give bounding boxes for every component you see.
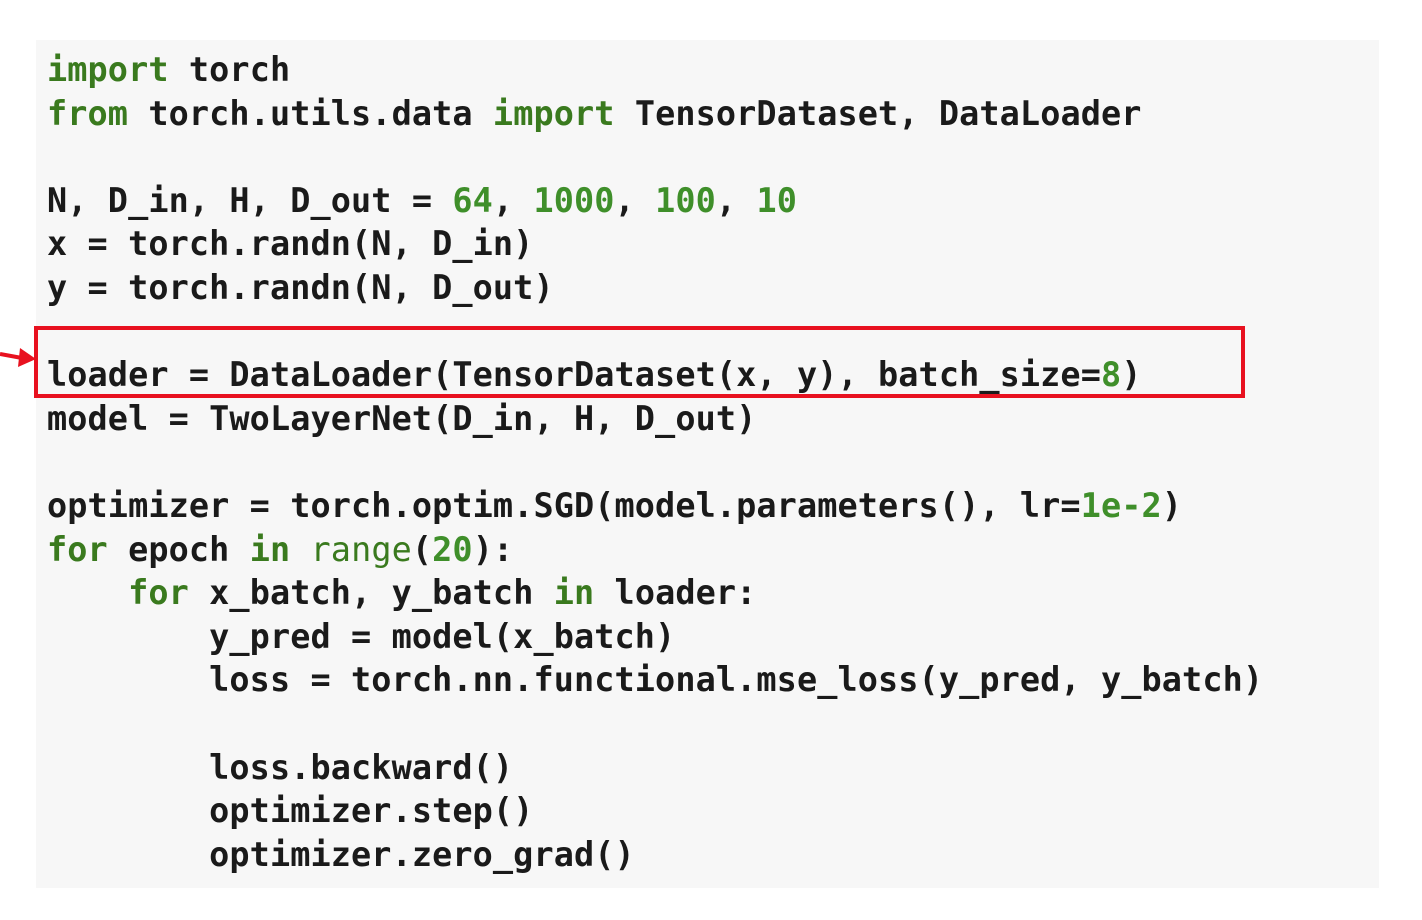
code-line: for x_batch, y_batch in loader: bbox=[47, 573, 756, 613]
code-token: torch.utils.data bbox=[128, 93, 493, 133]
code-token: loader: bbox=[594, 573, 757, 613]
code-line: loss.backward() bbox=[47, 748, 513, 788]
keyword-token: import bbox=[47, 50, 169, 89]
code-line: import torch bbox=[47, 50, 290, 90]
number-token: 64 bbox=[452, 180, 493, 220]
number-token: 10 bbox=[756, 180, 797, 220]
number-token: 20 bbox=[432, 529, 473, 569]
keyword-token: import bbox=[492, 93, 615, 133]
code-token: , bbox=[492, 180, 534, 220]
code-token: ( bbox=[411, 529, 433, 569]
code-line: y_pred = model(x_batch) bbox=[47, 617, 675, 657]
keyword-token: for bbox=[128, 573, 189, 613]
builtin-token: range bbox=[310, 529, 412, 569]
keyword-token: from bbox=[47, 93, 129, 133]
code-token: torch bbox=[168, 50, 291, 89]
code-token: y_pred = model(x_batch) bbox=[47, 616, 676, 656]
code-line: optimizer.step() bbox=[47, 791, 533, 831]
code-token: , bbox=[614, 180, 656, 220]
code-token: ) bbox=[1161, 486, 1183, 525]
code-line: optimizer.zero_grad() bbox=[47, 835, 635, 875]
code-line: optimizer = torch.optim.SGD(model.parame… bbox=[47, 486, 1182, 526]
code-token: y = torch.randn(N, D_out) bbox=[47, 268, 554, 307]
code-token: optimizer.step() bbox=[47, 791, 534, 831]
code-token: N, D_in, H, D_out = bbox=[47, 180, 453, 220]
code-token: , bbox=[715, 180, 757, 220]
number-token: 100 bbox=[655, 180, 716, 220]
code-token: ): bbox=[472, 529, 514, 569]
keyword-token: in bbox=[249, 529, 291, 569]
code-line: N, D_in, H, D_out = 64, 1000, 100, 10 bbox=[47, 181, 797, 221]
code-token: optimizer.zero_grad() bbox=[47, 834, 635, 874]
code-token: epoch bbox=[107, 529, 250, 569]
code-line: loss = torch.nn.functional.mse_loss(y_pr… bbox=[47, 660, 1263, 700]
code-token: model = TwoLayerNet(D_in, H, D_out) bbox=[47, 398, 757, 438]
highlight-box bbox=[34, 326, 1245, 398]
code-line: x = torch.randn(N, D_in) bbox=[47, 224, 533, 264]
number-token: 1e-2 bbox=[1080, 486, 1162, 525]
code-token: x_batch, y_batch bbox=[188, 573, 554, 613]
code-token: loss = torch.nn.functional.mse_loss(y_pr… bbox=[47, 660, 1264, 700]
arrow-icon bbox=[0, 348, 36, 367]
keyword-token: in bbox=[553, 573, 595, 613]
code-line: from torch.utils.data import TensorDatas… bbox=[47, 94, 1142, 134]
code-token: loss.backward() bbox=[47, 747, 514, 787]
code-line: model = TwoLayerNet(D_in, H, D_out) bbox=[47, 399, 756, 439]
code-token: optimizer = torch.optim.SGD(model.parame… bbox=[47, 486, 1081, 525]
code-token: x = torch.randn(N, D_in) bbox=[47, 224, 534, 264]
code-token: TensorDataset, DataLoader bbox=[614, 93, 1142, 133]
code-line: for epoch in range(20): bbox=[47, 530, 513, 570]
code-line: y = torch.randn(N, D_out) bbox=[47, 268, 554, 308]
number-token: 1000 bbox=[533, 180, 615, 220]
keyword-token: for bbox=[47, 529, 108, 569]
